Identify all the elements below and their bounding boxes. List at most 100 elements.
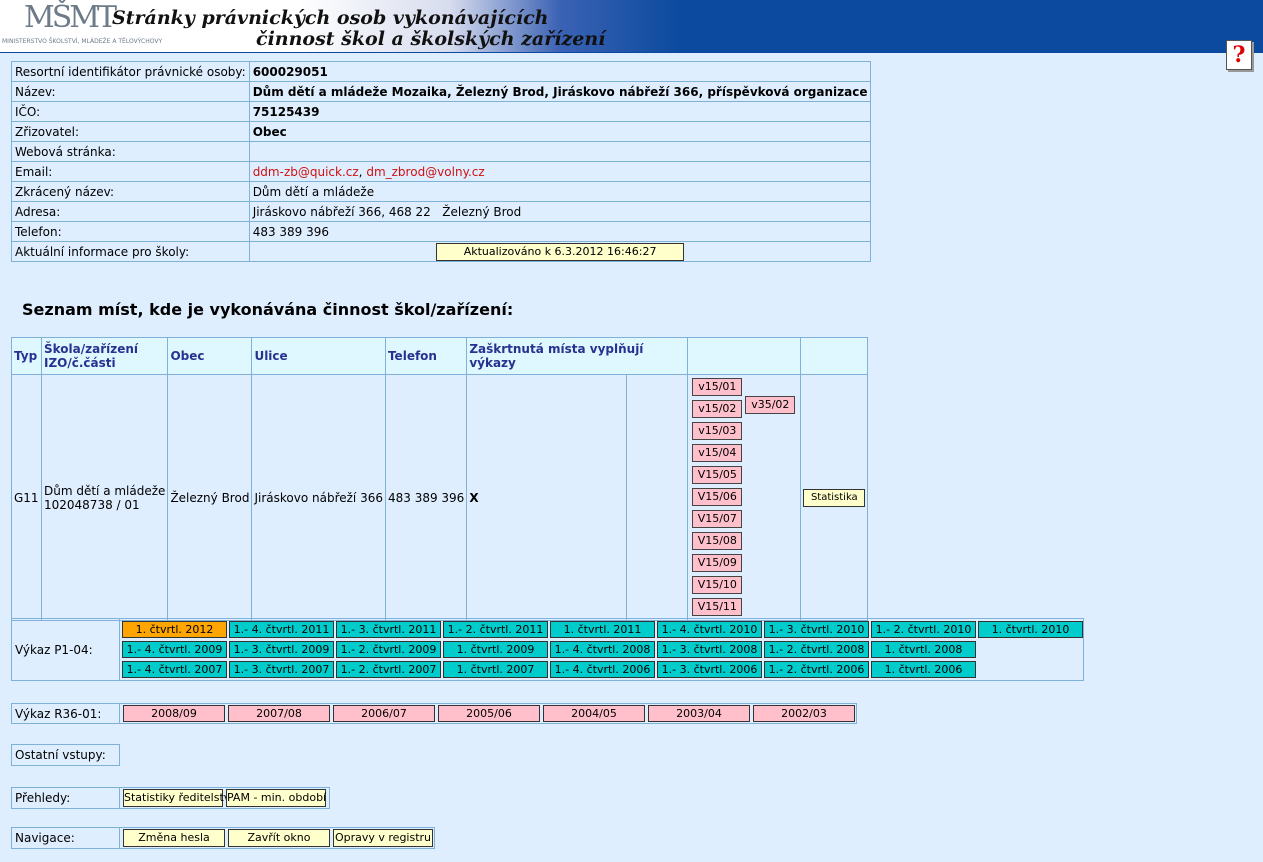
p104-button-r3-2[interactable]: 1.- 3. čtvrtl. 2007: [229, 661, 334, 678]
page-header: MŠMT MINISTERSTVO ŠKOLSTVÍ, MLÁDEŽE A TĚ…: [0, 0, 1263, 53]
col-typ: Typ: [11, 337, 42, 375]
p104-button-r1-2[interactable]: 1.- 4. čtvrtl. 2011: [229, 621, 334, 638]
statistika-button[interactable]: Statistika: [803, 488, 866, 507]
navigace-row: Navigace: Změna hesla Zavřít okno Opravy v…: [11, 827, 435, 849]
r36-table: Výkaz R36-01: 2008/09 2007/08 2006/07 2005/…: [11, 703, 857, 724]
zrizovatel-label: Zřizovatel:: [11, 121, 250, 142]
prehledy-buttons: Statistiky ředitelstvíPAM - min. období: [119, 787, 330, 809]
page-title-line1: Stránky právnických osob vykonávajících: [112, 7, 549, 29]
p104-button-r3-5[interactable]: 1.- 4. čtvrtl. 2006: [550, 661, 655, 678]
zrizovatel-value: Obec: [248, 121, 872, 142]
vykaz-button-6[interactable]: V15/06: [692, 488, 743, 506]
rid-value: 600029051: [248, 61, 872, 82]
name-value-text: Dům dětí a mládeže Mozaika, Železný Brod…: [252, 84, 868, 99]
row-telefon: 483 389 396: [384, 374, 468, 621]
p104-button-2012-q1[interactable]: 1. čtvrtl. 2012: [122, 621, 227, 638]
p104-button-r2-3[interactable]: 1.- 2. čtvrtl. 2009: [336, 641, 441, 658]
r36-button-7[interactable]: 2002/03: [753, 705, 855, 722]
p104-button-r1-5[interactable]: 1. čtvrtl. 2011: [550, 621, 655, 638]
p104-button-r1-4[interactable]: 1.- 2. čtvrtl. 2011: [443, 621, 548, 638]
p104-button-r1-3[interactable]: 1.- 3. čtvrtl. 2011: [336, 621, 441, 638]
zavrit-okno-button[interactable]: Zavřít okno: [228, 829, 330, 847]
p104-button-r2-4[interactable]: 1. čtvrtl. 2009: [443, 641, 548, 658]
p104-button-r2-2[interactable]: 1.- 3. čtvrtl. 2009: [229, 641, 334, 658]
address-value: Jiráskovo nábřeží 366, 468 22 Železný Br…: [248, 201, 872, 222]
p104-row: Výkaz P1-04: 1. čtvrtl. 2012 1.- 4. čtvrt…: [11, 618, 1084, 681]
p104-label: Výkaz P1-04:: [11, 618, 120, 681]
col-buttons: [687, 337, 802, 375]
r36-button-2[interactable]: 2007/08: [228, 705, 330, 722]
statistiky-reditelstvi-button[interactable]: Statistiky ředitelství: [123, 789, 233, 807]
vykaz-button-10[interactable]: V15/10: [692, 576, 743, 594]
row-stat: Statistika: [800, 374, 869, 621]
logo-mark: MŠMT: [24, 0, 117, 35]
vykaz-button-9[interactable]: V15/09: [692, 554, 743, 572]
r36-button-5[interactable]: 2004/05: [543, 705, 645, 722]
vykaz-button-8[interactable]: V15/08: [692, 532, 743, 550]
p104-button-r2-6[interactable]: 1.- 3. čtvrtl. 2008: [657, 641, 762, 658]
info-row-zrizovatel: Zřizovatel: Obec: [11, 121, 872, 142]
row-obec: Železný Brod: [167, 374, 253, 621]
web-label: Webová stránka:: [11, 141, 250, 162]
places-header-row: Typ Škola/zařízení IZO/č.části Obec Ulice…: [11, 337, 869, 375]
r36-button-6[interactable]: 2003/04: [648, 705, 750, 722]
info-row-news: Aktuální informace pro školy: Aktualizov…: [11, 241, 872, 262]
rid-value-text: 600029051: [252, 64, 328, 79]
ico-value: 75125439: [248, 101, 872, 122]
vykaz-button-7[interactable]: V15/07: [692, 510, 743, 528]
vykaz-button-4[interactable]: v15/04: [692, 444, 743, 462]
vykaz-button-1[interactable]: v15/01: [692, 378, 743, 396]
vykaz-button-3[interactable]: v15/03: [692, 422, 743, 440]
opravy-registru-button[interactable]: Opravy v registru: [333, 829, 433, 847]
info-row-rid: Resortní identifikátor právnické osoby: …: [11, 61, 872, 82]
r36-button-1[interactable]: 2008/09: [123, 705, 225, 722]
vykaz-button-11[interactable]: V15/11: [692, 598, 743, 616]
name-value: Dům dětí a mládeže Mozaika, Železný Brod…: [248, 81, 872, 102]
email-link-2[interactable]: dm_zbrod@volny.cz: [366, 165, 484, 179]
p104-button-r3-1[interactable]: 1.- 4. čtvrtl. 2007: [122, 661, 227, 678]
short-name-value: Dům dětí a mládeže: [248, 181, 872, 202]
vykaz-button-5[interactable]: V15/05: [692, 466, 743, 484]
ostatni-label: Ostatní vstupy:: [11, 744, 120, 766]
navigace-table: Navigace: Změna hesla Zavřít okno Opravy v…: [11, 827, 435, 849]
msmt-logo: MŠMT MINISTERSTVO ŠKOLSTVÍ, MLÁDEŽE A TĚ…: [2, 0, 162, 51]
p104-button-r1-8[interactable]: 1.- 2. čtvrtl. 2010: [871, 621, 976, 638]
p104-button-r3-6[interactable]: 1.- 3. čtvrtl. 2006: [657, 661, 762, 678]
email-link-1[interactable]: ddm-zb@quick.cz: [253, 165, 359, 179]
p104-button-r3-7[interactable]: 1.- 2. čtvrtl. 2006: [764, 661, 869, 678]
col-stat: [800, 337, 869, 375]
p104-button-r3-3[interactable]: 1.- 2. čtvrtl. 2007: [336, 661, 441, 678]
p104-button-r2-5[interactable]: 1.- 4. čtvrtl. 2008: [550, 641, 655, 658]
page-title-line2: činnost škol a školských zařízení: [256, 28, 606, 50]
phone-label: Telefon:: [11, 221, 250, 242]
email-separator: ,: [358, 164, 363, 179]
row-empty: [626, 374, 689, 621]
r36-label: Výkaz R36-01:: [11, 703, 120, 724]
r36-button-4[interactable]: 2005/06: [438, 705, 540, 722]
phone-value: 483 389 396: [248, 221, 872, 242]
p104-button-r3-8[interactable]: 1. čtvrtl. 2006: [871, 661, 976, 678]
p104-button-r1-9[interactable]: 1. čtvrtl. 2010: [978, 621, 1083, 638]
prehledy-row: Přehledy: Statistiky ředitelstvíPAM - mi…: [11, 787, 330, 809]
places-heading: Seznam míst, kde je vykonávána činnost š…: [22, 300, 514, 319]
r36-buttons: 2008/09 2007/08 2006/07 2005/06 2004/05 2003/…: [119, 703, 857, 724]
p104-button-r3-4[interactable]: 1. čtvrtl. 2007: [443, 661, 548, 678]
col-ulice: Ulice: [251, 337, 386, 375]
vykaz-button-v35[interactable]: v35/02: [745, 396, 796, 414]
p104-button-r1-7[interactable]: 1.- 3. čtvrtl. 2010: [764, 621, 869, 638]
p104-button-r2-1[interactable]: 1.- 4. čtvrtl. 2009: [122, 641, 227, 658]
p104-button-r2-8[interactable]: 1. čtvrtl. 2008: [871, 641, 976, 658]
info-row-address: Adresa: Jiráskovo nábřeží 366, 468 22 Že…: [11, 201, 872, 222]
vykaz-button-2[interactable]: v15/02: [692, 400, 743, 418]
updated-button[interactable]: Aktualizováno k 6.3.2012 16:46:27: [436, 242, 685, 261]
p104-button-r2-7[interactable]: 1.- 2. čtvrtl. 2008: [764, 641, 869, 658]
p104-button-r1-6[interactable]: 1.- 4. čtvrtl. 2010: [657, 621, 762, 638]
name-label: Název:: [11, 81, 250, 102]
r36-button-3[interactable]: 2006/07: [333, 705, 435, 722]
col-skola-line2: IZO/č.části: [44, 356, 116, 370]
help-icon[interactable]: ?: [1226, 40, 1252, 70]
pam-button[interactable]: PAM - min. období: [226, 789, 326, 807]
col-vykazy: Zaškrtnutá místa vyplňují výkazy: [466, 337, 689, 375]
info-row-short-name: Zkrácený název: Dům dětí a mládeže: [11, 181, 872, 202]
zmena-hesla-button[interactable]: Změna hesla: [123, 829, 225, 847]
